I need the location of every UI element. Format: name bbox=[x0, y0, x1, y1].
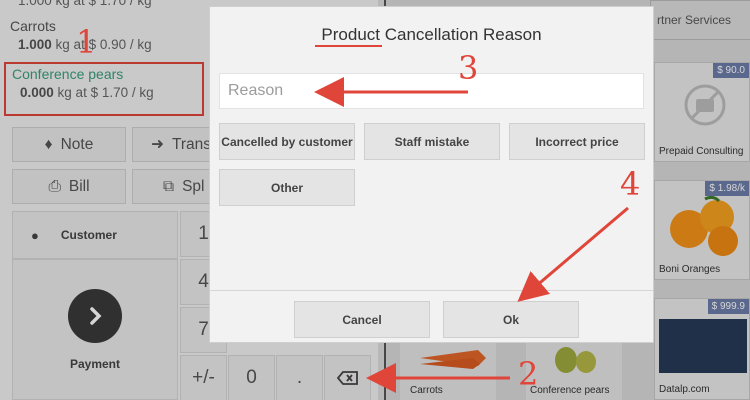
reason-cancelled-by-customer-button[interactable]: Cancelled by customer bbox=[219, 123, 355, 160]
annotation-2: 2 bbox=[518, 355, 539, 393]
annotation-1: 1 bbox=[76, 23, 97, 61]
dialog-title: Product Cancellation Reason bbox=[210, 7, 653, 63]
reason-incorrect-price-button[interactable]: Incorrect price bbox=[509, 123, 645, 160]
reason-staff-mistake-button[interactable]: Staff mistake bbox=[364, 123, 500, 160]
reason-input[interactable] bbox=[219, 73, 644, 109]
ok-button[interactable]: Ok bbox=[443, 301, 579, 338]
annotation-3: 3 bbox=[458, 49, 479, 87]
cancellation-reason-dialog: Product Cancellation Reason Cancelled by… bbox=[209, 6, 654, 343]
annotation-4: 4 bbox=[620, 165, 641, 203]
cancel-button[interactable]: Cancel bbox=[294, 301, 430, 338]
title-underline bbox=[315, 45, 382, 47]
footer-divider bbox=[210, 290, 653, 291]
reason-other-button[interactable]: Other bbox=[219, 169, 355, 206]
